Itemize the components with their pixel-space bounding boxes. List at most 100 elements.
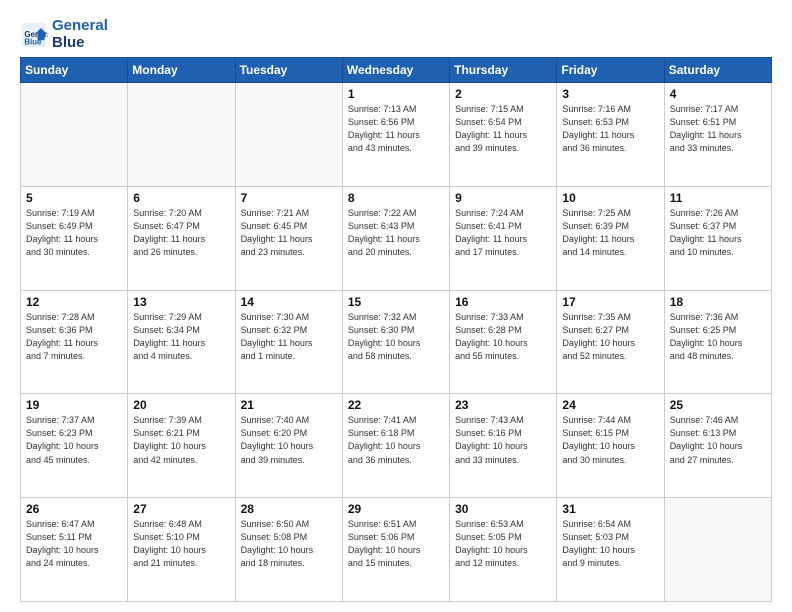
calendar-cell: 28 Sunrise: 6:50 AM Sunset: 5:08 PM Dayli… — [235, 498, 342, 602]
day-number: 21 — [241, 398, 337, 412]
calendar-cell: 17 Sunrise: 7:35 AM Sunset: 6:27 PM Dayli… — [557, 290, 664, 394]
calendar-cell: 5 Sunrise: 7:19 AM Sunset: 6:49 PM Daylig… — [21, 186, 128, 290]
day-number: 20 — [133, 398, 229, 412]
day-number: 7 — [241, 191, 337, 205]
calendar-cell: 15Sunrise: 7:32 AM Sunset: 6:30 PM Dayli… — [342, 290, 449, 394]
logo: General Blue GeneralBlue — [20, 18, 108, 51]
day-number: 19 — [26, 398, 122, 412]
day-number: 16 — [455, 295, 551, 309]
day-info: Sunrise: 7:21 AM Sunset: 6:45 PM Dayligh… — [241, 207, 337, 259]
day-info: Sunrise: 7:16 AM Sunset: 6:53 PM Dayligh… — [562, 103, 658, 155]
day-info: Sunrise: 7:36 AM Sunset: 6:25 PM Dayligh… — [670, 311, 766, 363]
day-info: Sunrise: 7:20 AM Sunset: 6:47 PM Dayligh… — [133, 207, 229, 259]
calendar-cell — [235, 83, 342, 187]
day-info: Sunrise: 6:53 AM Sunset: 5:05 PM Dayligh… — [455, 518, 551, 570]
day-number: 10 — [562, 191, 658, 205]
day-number: 18 — [670, 295, 766, 309]
day-info: Sunrise: 7:46 AM Sunset: 6:13 PM Dayligh… — [670, 414, 766, 466]
day-number: 27 — [133, 502, 229, 516]
day-info: Sunrise: 7:29 AM Sunset: 6:34 PM Dayligh… — [133, 311, 229, 363]
calendar-cell: 1 Sunrise: 7:13 AM Sunset: 6:56 PM Daylig… — [342, 83, 449, 187]
calendar-cell: 27 Sunrise: 6:48 AM Sunset: 5:10 PM Dayli… — [128, 498, 235, 602]
weekday-header: Sunday — [21, 58, 128, 83]
logo-text: GeneralBlue — [52, 18, 108, 51]
calendar-cell: 13 Sunrise: 7:29 AM Sunset: 6:34 PM Dayli… — [128, 290, 235, 394]
day-number: 5 — [26, 191, 122, 205]
day-number: 14 — [241, 295, 337, 309]
day-info: Sunrise: 7:28 AM Sunset: 6:36 PM Dayligh… — [26, 311, 122, 363]
day-info: Sunrise: 7:17 AM Sunset: 6:51 PM Dayligh… — [670, 103, 766, 155]
calendar-cell: 9 Sunrise: 7:24 AM Sunset: 6:41 PM Daylig… — [450, 186, 557, 290]
day-info: Sunrise: 7:15 AM Sunset: 6:54 PM Dayligh… — [455, 103, 551, 155]
day-number: 26 — [26, 502, 122, 516]
calendar-cell: 12 Sunrise: 7:28 AM Sunset: 6:36 PM Dayli… — [21, 290, 128, 394]
day-number: 11 — [670, 191, 766, 205]
calendar-cell: 20 Sunrise: 7:39 AM Sunset: 6:21 PM Dayli… — [128, 394, 235, 498]
day-info: Sunrise: 6:47 AM Sunset: 5:11 PM Dayligh… — [26, 518, 122, 570]
calendar-cell — [664, 498, 771, 602]
calendar-cell: 11 Sunrise: 7:26 AM Sunset: 6:37 PM Dayli… — [664, 186, 771, 290]
day-info: Sunrise: 7:37 AM Sunset: 6:23 PM Dayligh… — [26, 414, 122, 466]
weekday-header: Wednesday — [342, 58, 449, 83]
day-number: 25 — [670, 398, 766, 412]
calendar-week-row: 1 Sunrise: 7:13 AM Sunset: 6:56 PM Daylig… — [21, 83, 772, 187]
day-info: Sunrise: 7:43 AM Sunset: 6:16 PM Dayligh… — [455, 414, 551, 466]
logo-icon: General Blue — [20, 21, 48, 49]
calendar-cell: 22 Sunrise: 7:41 AM Sunset: 6:18 PM Dayli… — [342, 394, 449, 498]
day-info: Sunrise: 6:54 AM Sunset: 5:03 PM Dayligh… — [562, 518, 658, 570]
calendar-cell: 25 Sunrise: 7:46 AM Sunset: 6:13 PM Dayli… — [664, 394, 771, 498]
day-number: 12 — [26, 295, 122, 309]
day-number: 28 — [241, 502, 337, 516]
calendar-cell: 23Sunrise: 7:43 AM Sunset: 6:16 PM Dayli… — [450, 394, 557, 498]
calendar-cell: 31 Sunrise: 6:54 AM Sunset: 5:03 PM Dayli… — [557, 498, 664, 602]
header: General Blue GeneralBlue — [20, 18, 772, 51]
day-info: Sunrise: 7:13 AM Sunset: 6:56 PM Dayligh… — [348, 103, 444, 155]
calendar-cell: 7 Sunrise: 7:21 AM Sunset: 6:45 PM Daylig… — [235, 186, 342, 290]
day-number: 31 — [562, 502, 658, 516]
day-info: Sunrise: 7:41 AM Sunset: 6:18 PM Dayligh… — [348, 414, 444, 466]
calendar-cell: 21 Sunrise: 7:40 AM Sunset: 6:20 PM Dayli… — [235, 394, 342, 498]
day-info: Sunrise: 7:39 AM Sunset: 6:21 PM Dayligh… — [133, 414, 229, 466]
weekday-header: Friday — [557, 58, 664, 83]
day-info: Sunrise: 7:24 AM Sunset: 6:41 PM Dayligh… — [455, 207, 551, 259]
calendar-cell: 19 Sunrise: 7:37 AM Sunset: 6:23 PM Dayli… — [21, 394, 128, 498]
day-info: Sunrise: 7:25 AM Sunset: 6:39 PM Dayligh… — [562, 207, 658, 259]
weekday-header: Thursday — [450, 58, 557, 83]
calendar-cell: 24Sunrise: 7:44 AM Sunset: 6:15 PM Dayli… — [557, 394, 664, 498]
calendar-week-row: 5 Sunrise: 7:19 AM Sunset: 6:49 PM Daylig… — [21, 186, 772, 290]
day-info: Sunrise: 7:30 AM Sunset: 6:32 PM Dayligh… — [241, 311, 337, 363]
page: General Blue GeneralBlue SundayMondayTue… — [0, 0, 792, 612]
calendar-cell: 10 Sunrise: 7:25 AM Sunset: 6:39 PM Dayli… — [557, 186, 664, 290]
day-info: Sunrise: 7:35 AM Sunset: 6:27 PM Dayligh… — [562, 311, 658, 363]
calendar-week-row: 12 Sunrise: 7:28 AM Sunset: 6:36 PM Dayli… — [21, 290, 772, 394]
day-info: Sunrise: 7:40 AM Sunset: 6:20 PM Dayligh… — [241, 414, 337, 466]
day-info: Sunrise: 7:22 AM Sunset: 6:43 PM Dayligh… — [348, 207, 444, 259]
calendar-cell: 8 Sunrise: 7:22 AM Sunset: 6:43 PM Daylig… — [342, 186, 449, 290]
day-info: Sunrise: 6:51 AM Sunset: 5:06 PM Dayligh… — [348, 518, 444, 570]
calendar-cell: 26 Sunrise: 6:47 AM Sunset: 5:11 PM Dayli… — [21, 498, 128, 602]
calendar-week-row: 19 Sunrise: 7:37 AM Sunset: 6:23 PM Dayli… — [21, 394, 772, 498]
day-number: 3 — [562, 87, 658, 101]
day-number: 30 — [455, 502, 551, 516]
calendar: SundayMondayTuesdayWednesdayThursdayFrid… — [20, 57, 772, 602]
day-number: 8 — [348, 191, 444, 205]
day-info: Sunrise: 7:26 AM Sunset: 6:37 PM Dayligh… — [670, 207, 766, 259]
day-info: Sunrise: 6:48 AM Sunset: 5:10 PM Dayligh… — [133, 518, 229, 570]
day-number: 22 — [348, 398, 444, 412]
day-info: Sunrise: 7:32 AM Sunset: 6:30 PM Dayligh… — [348, 311, 444, 363]
day-number: 6 — [133, 191, 229, 205]
day-number: 1 — [348, 87, 444, 101]
day-number: 9 — [455, 191, 551, 205]
calendar-cell: 16Sunrise: 7:33 AM Sunset: 6:28 PM Dayli… — [450, 290, 557, 394]
day-number: 24 — [562, 398, 658, 412]
day-info: Sunrise: 7:19 AM Sunset: 6:49 PM Dayligh… — [26, 207, 122, 259]
calendar-cell: 2 Sunrise: 7:15 AM Sunset: 6:54 PM Daylig… — [450, 83, 557, 187]
calendar-cell: 6 Sunrise: 7:20 AM Sunset: 6:47 PM Daylig… — [128, 186, 235, 290]
day-info: Sunrise: 6:50 AM Sunset: 5:08 PM Dayligh… — [241, 518, 337, 570]
weekday-header: Tuesday — [235, 58, 342, 83]
calendar-cell — [21, 83, 128, 187]
day-number: 13 — [133, 295, 229, 309]
day-number: 2 — [455, 87, 551, 101]
day-number: 17 — [562, 295, 658, 309]
weekday-header: Saturday — [664, 58, 771, 83]
